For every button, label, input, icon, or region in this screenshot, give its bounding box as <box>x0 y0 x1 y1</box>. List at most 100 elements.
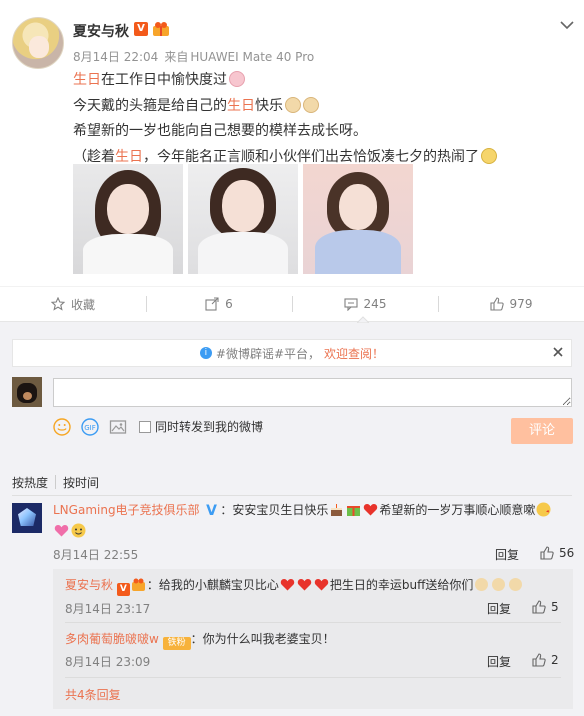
reply-date: 8月14日 23:09 <box>65 655 151 669</box>
post-text: 在工作日中愉快度过 <box>101 72 227 88</box>
svg-text:GIF: GIF <box>84 424 96 432</box>
comment-icon <box>343 298 358 311</box>
tab-sort-time[interactable]: 按时间 <box>63 474 99 491</box>
comment-like-count: 56 <box>559 546 575 560</box>
reply-like-count: 5 <box>551 600 559 614</box>
cat-emoji-icon <box>481 147 497 164</box>
more-replies-link[interactable]: 共4条回复 <box>65 686 121 703</box>
reply-button[interactable]: 回复 <box>487 600 511 617</box>
post-text: ，今年能名正言顺和小伙伴们出去恰饭凑七夕的热闹了 <box>143 148 479 165</box>
author-name[interactable]: 夏安与秋 <box>73 21 129 41</box>
dog-emoji-icon <box>285 96 301 113</box>
dog-emoji-icon <box>492 578 506 591</box>
reply-like-button[interactable]: 2 <box>532 653 559 667</box>
my-avatar[interactable] <box>12 377 42 407</box>
heart-emoji-icon <box>297 579 312 591</box>
post-content: 生日在工作日中愉快度过 今天戴的头箍是给自己的生日快乐 希望新的一岁也能向自己想… <box>73 68 553 170</box>
divider <box>65 622 561 623</box>
photo-thumbnail[interactable] <box>188 164 298 274</box>
info-icon: i <box>199 347 212 359</box>
dog-emoji-icon <box>475 578 489 591</box>
topic-link[interactable]: 生日 <box>73 72 101 88</box>
comment-text: ：安安宝贝生日快乐 <box>220 503 329 517</box>
post-text: 快乐 <box>255 97 283 114</box>
gift-emoji-icon <box>347 506 361 516</box>
tab-sort-hot[interactable]: 按热度 <box>12 474 48 491</box>
gift-badge-icon <box>131 578 145 591</box>
comment-like-button[interactable]: 56 <box>540 546 574 560</box>
photo-thumbnail[interactable] <box>303 164 413 274</box>
gif-icon[interactable]: GIF <box>81 418 99 436</box>
reply-button[interactable]: 回复 <box>487 653 511 670</box>
topic-link[interactable]: 生日 <box>227 98 255 114</box>
chevron-down-icon[interactable] <box>560 20 574 30</box>
commenter-avatar[interactable] <box>12 503 42 533</box>
dog-emoji-icon <box>303 96 319 113</box>
comment-body: LNGaming电子竞技俱乐部 V ：安安宝贝生日快乐 希望新的一岁万事顺心顺意嗽 <box>53 500 573 542</box>
cake-emoji-icon <box>331 504 343 516</box>
emoji-icon[interactable] <box>53 418 71 436</box>
photo-thumbnail[interactable] <box>73 164 183 274</box>
reply-item: 夏安与秋 V ：给我的小麒麟宝贝比心 把生日的幸运buff送给你们 <box>65 576 524 596</box>
image-icon[interactable] <box>109 418 127 436</box>
submit-comment-button[interactable]: 评论 <box>511 418 573 444</box>
fan-badge: 铁粉 <box>162 637 191 650</box>
notice-bar: i #微博辟谣#平台， 欢迎查阅！ <box>12 339 572 367</box>
notice-text: #微博辟谣#平台， <box>215 346 321 361</box>
reply-like-count: 2 <box>551 653 559 667</box>
forward-label: 同时转发到我的微博 <box>155 420 264 434</box>
sort-tabs: 按热度 按时间 <box>12 474 99 491</box>
thumbs-up-icon <box>540 546 554 560</box>
caret-up-icon <box>357 316 369 323</box>
commenter-name[interactable]: LNGaming电子竞技俱乐部 <box>53 503 200 517</box>
weibo-post-page: 夏安与秋 V 8月14日 22:04 来自 HUAWEI Mate 40 Pro 生… <box>0 0 584 716</box>
divider <box>65 677 561 678</box>
kiss-emoji-icon <box>536 502 551 517</box>
reply-button[interactable]: 回复 <box>495 546 519 563</box>
like-button[interactable]: 979 <box>438 287 584 321</box>
reply-author[interactable]: 夏安与秋 <box>65 578 113 592</box>
comment-text: 希望新的一岁万事顺心顺意嗽 <box>379 503 536 517</box>
post-device[interactable]: HUAWEI Mate 40 Pro <box>190 50 314 64</box>
heart-emoji-icon <box>280 579 295 591</box>
repost-button[interactable]: 6 <box>146 287 292 321</box>
thumbs-up-icon <box>532 600 546 614</box>
pig-emoji-icon <box>229 71 245 87</box>
like-count: 979 <box>509 297 533 311</box>
vip-badge: V <box>134 22 148 36</box>
verified-v-icon: V <box>206 503 217 517</box>
action-bar: 收藏 6 245 979 <box>0 287 584 321</box>
post-meta: 8月14日 22:04 来自 HUAWEI Mate 40 Pro <box>73 48 320 65</box>
star-icon <box>50 297 65 311</box>
photo-grid <box>73 164 413 274</box>
share-icon <box>205 297 219 311</box>
favorite-label: 收藏 <box>70 297 95 312</box>
comment-date: 8月14日 22:55 <box>53 548 139 562</box>
thumbs-up-icon <box>532 653 546 667</box>
topic-link[interactable]: 生日 <box>115 149 143 165</box>
dog-emoji-icon <box>509 578 523 591</box>
forward-checkbox[interactable] <box>139 420 151 433</box>
close-icon[interactable] <box>552 346 564 358</box>
post-source-prefix: 来自 <box>164 50 189 64</box>
reply-date: 8月14日 23:17 <box>65 602 151 616</box>
face-emoji-icon <box>71 523 86 538</box>
reply-text: 把生日的幸运buff送给你们 <box>329 578 474 592</box>
reply-author[interactable]: 多肉葡萄脆啵啵w <box>65 632 159 646</box>
author-avatar[interactable] <box>12 17 64 69</box>
favorite-button[interactable]: 收藏 <box>0 287 146 321</box>
repost-count: 6 <box>225 297 233 311</box>
heart-emoji-icon <box>314 579 329 591</box>
thumbs-up-icon <box>489 297 504 311</box>
post-text: 今天戴的头箍是给自己的 <box>73 97 227 114</box>
forward-option[interactable]: 同时转发到我的微博 <box>139 418 263 435</box>
post-line-1: 生日在工作日中愉快度过 <box>73 68 553 94</box>
hearts-emoji-icon <box>54 525 69 537</box>
comment-count: 245 <box>363 297 387 311</box>
post-line-3: 希望新的一岁也能向自己想要的模样去成长呀。 <box>73 123 367 139</box>
notice-link[interactable]: 欢迎查阅！ <box>324 345 384 362</box>
reply-item: 多肉葡萄脆啵啵w 铁粉 ：你为什么叫我老婆宝贝！ <box>65 630 335 650</box>
reply-like-button[interactable]: 5 <box>532 600 559 614</box>
comment-input[interactable] <box>53 378 572 407</box>
post-time[interactable]: 8月14日 22:04 <box>73 50 158 64</box>
